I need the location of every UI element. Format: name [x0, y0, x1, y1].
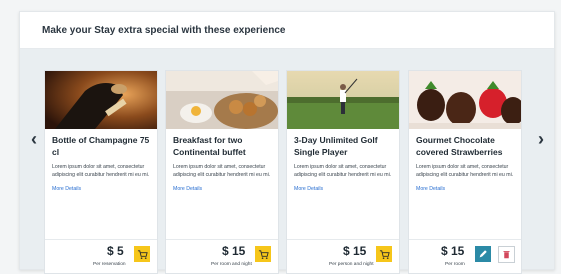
pencil-icon: [479, 250, 487, 258]
champagne-image: [45, 71, 157, 129]
more-details-link[interactable]: More Details: [173, 186, 272, 192]
more-details-link[interactable]: More Details: [52, 186, 151, 192]
add-to-cart-button[interactable]: [134, 246, 150, 262]
breakfast-image: [166, 71, 278, 129]
card-title: Gourmet Chocolate covered Strawberries: [416, 135, 503, 157]
card-body: 3-Day Unlimited Golf Single Player Lorem…: [287, 129, 399, 232]
price-note: Per room and night: [211, 262, 252, 267]
card-description: Lorem ipsum dolor sit amet, consectetur …: [294, 164, 392, 178]
add-to-cart-button[interactable]: [376, 246, 392, 262]
card-description: Lorem ipsum dolor sit amet, consectetur …: [173, 164, 271, 178]
cart-icon: [379, 249, 390, 259]
experience-card-strawberries[interactable]: Gourmet Chocolate covered Strawberries L…: [408, 70, 522, 274]
strawberries-image: [409, 71, 521, 129]
card-footer: $ 15 Per room: [409, 239, 521, 273]
price-note: Per room: [445, 262, 465, 267]
price-note: Per reservation: [93, 262, 126, 267]
card-description: Lorem ipsum dolor sit amet, consectetur …: [52, 164, 150, 178]
card-footer: $ 15 Per room and night: [166, 239, 278, 273]
card-body: Bottle of Champagne 75 cl Lorem ipsum do…: [45, 129, 157, 232]
card-footer: $ 5 Per reservation: [45, 239, 157, 273]
card-title: Bottle of Champagne 75 cl: [52, 135, 150, 157]
card-body: Gourmet Chocolate covered Strawberries L…: [409, 129, 521, 232]
price: $ 15: [222, 244, 246, 258]
experiences-panel: Make your Stay extra special with these …: [19, 11, 555, 274]
price-note: Per person and night: [329, 262, 374, 267]
experience-card-golf[interactable]: 3-Day Unlimited Golf Single Player Lorem…: [286, 70, 400, 274]
card-body: Breakfast for two Continental buffet Lor…: [166, 129, 278, 232]
golf-image: [287, 71, 399, 129]
experience-card-champagne[interactable]: Bottle of Champagne 75 cl Lorem ipsum do…: [44, 70, 158, 274]
carousel-next-button[interactable]: ›: [534, 128, 548, 150]
carousel-prev-button[interactable]: ‹: [27, 128, 41, 150]
cart-icon: [137, 249, 148, 259]
section-title: Make your Stay extra special with these …: [42, 24, 286, 36]
experience-card-breakfast[interactable]: Breakfast for two Continental buffet Lor…: [165, 70, 279, 274]
price: $ 15: [441, 244, 465, 258]
more-details-link[interactable]: More Details: [294, 186, 393, 192]
card-description: Lorem ipsum dolor sit amet, consectetur …: [416, 164, 514, 178]
price: $ 5: [107, 244, 124, 258]
trash-icon: [503, 251, 510, 259]
price: $ 15: [343, 244, 367, 258]
delete-button[interactable]: [498, 246, 515, 263]
cart-icon: [258, 249, 269, 259]
panel-header: Make your Stay extra special with these …: [20, 12, 554, 49]
edit-button[interactable]: [475, 246, 491, 262]
more-details-link[interactable]: More Details: [416, 186, 515, 192]
card-title: Breakfast for two Continental buffet: [173, 135, 246, 157]
card-footer: $ 15 Per person and night: [287, 239, 399, 273]
card-title: 3-Day Unlimited Golf Single Player: [294, 135, 378, 157]
add-to-cart-button[interactable]: [255, 246, 271, 262]
